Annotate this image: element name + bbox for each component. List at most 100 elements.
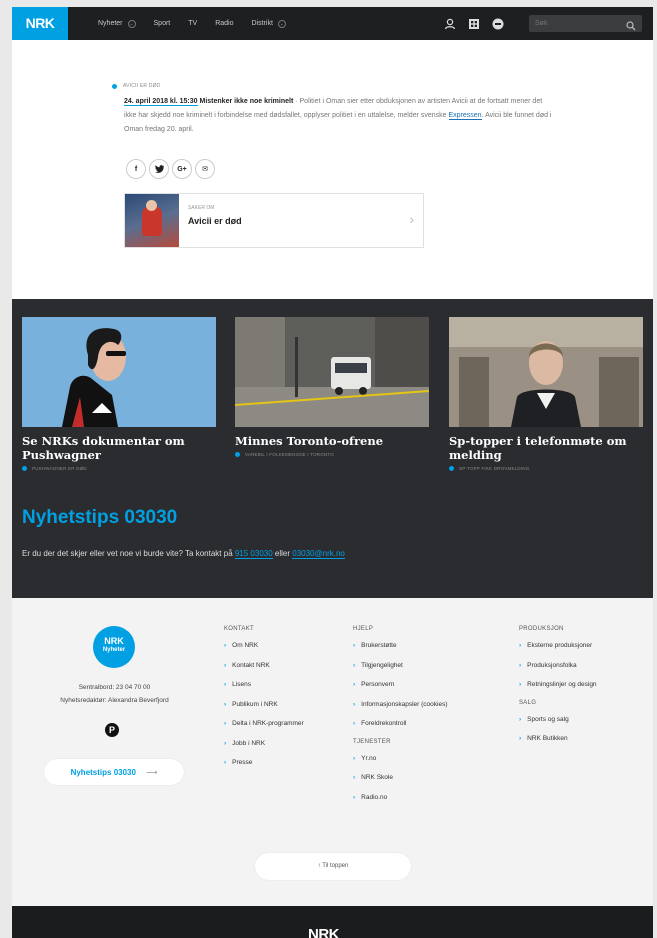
bottom-bar: NRK (12, 906, 653, 938)
chevron-right-icon: › (224, 661, 227, 669)
card-image (235, 317, 429, 427)
card-meta: SP-TOPP FIKK DROVMELDING (449, 466, 643, 471)
nav-item-nyheter[interactable]: Nyheter ⌄ (98, 19, 136, 28)
footer-tips-button[interactable]: Nyhetstips 03030 ⟶ (44, 759, 184, 785)
tips-text-part: Er du der det skjer eller vet noe vi bur… (22, 549, 235, 558)
footer-link[interactable]: › NRK Butikken (519, 734, 597, 743)
news-card-pushwagner[interactable]: Se NRKs dokumentar om Pushwagner PUSHWAG… (22, 317, 216, 471)
footer-link[interactable]: › Delta i NRK-programmer (224, 719, 304, 728)
search-input[interactable] (535, 18, 620, 29)
chevron-right-icon: › (519, 735, 522, 742)
chevron-right-icon: › (353, 700, 356, 708)
footer-link[interactable]: › Foreldrekontroll (353, 719, 448, 728)
link-label: Delta i NRK-programmer (232, 720, 304, 727)
chevron-right-icon: › (224, 700, 227, 708)
news-card-toronto[interactable]: Minnes Toronto-ofrene VAREBIL I FOLKEMEN… (235, 317, 429, 457)
footer-link[interactable]: › Om NRK (224, 641, 304, 650)
facebook-share-button[interactable]: f (126, 159, 146, 179)
expressen-link[interactable]: Expressen (448, 112, 482, 120)
link-label: Jobb i NRK (232, 739, 266, 747)
nav-item-tv[interactable]: TV (188, 20, 197, 27)
news-card-sp-topper[interactable]: Sp-topper i telefonmøte om melding SP-TO… (449, 317, 643, 471)
logo-top-text: NRK (104, 636, 124, 646)
link-label: Eksterne produksjoner (527, 642, 593, 649)
chevron-right-icon: › (519, 642, 522, 649)
nav-item-radio[interactable]: Radio (215, 20, 233, 27)
link-label: Foreldrekontroll (361, 720, 407, 727)
link-label: NRK Butikken (527, 735, 568, 742)
thumbnail-head (146, 200, 157, 211)
footer-link[interactable]: › Retningslinjer og design (519, 680, 597, 689)
twitter-share-button[interactable] (149, 159, 169, 179)
footer-link[interactable]: › Tilgjengelighet (353, 661, 448, 670)
link-label: Radio.no (361, 793, 388, 801)
link-label: Kontakt NRK (232, 661, 270, 669)
user-icon[interactable] (444, 18, 456, 30)
footer-col-kontakt: KONTAKT › Om NRK › Kontakt NRK › Lisens › Pu… (224, 626, 304, 778)
nav-item-distrikt[interactable]: Distrikt ⌄ (251, 19, 286, 28)
search-icon[interactable] (626, 18, 636, 36)
related-topic-card[interactable]: SAKER OM Avicii er død › (124, 193, 424, 248)
card-image (22, 317, 216, 427)
to-top-button[interactable]: ↑ Til toppen (255, 853, 411, 880)
article-body: 24. april 2018 kl. 15:30 Mistenker ikke … (124, 95, 554, 137)
top-navigation-bar: NRK Nyheter ⌄ Sport TV Radio Distrikt ⌄ (12, 7, 653, 40)
tips-email-link[interactable]: 03030@nrk.no (292, 549, 345, 559)
chevron-down-icon: ⌄ (127, 19, 136, 28)
link-label: Sports og salg (527, 715, 569, 723)
footer-link[interactable]: › Produksjonsfolka (519, 661, 597, 670)
card-meta: PUSHWAGNER ER DØD (22, 466, 216, 471)
chevron-right-icon: › (224, 642, 227, 649)
chevron-right-icon: › (519, 681, 522, 688)
email-share-button[interactable]: ✉ (195, 159, 215, 179)
column-heading: TJENESTER (353, 738, 391, 745)
twitter-icon (154, 165, 164, 173)
chevron-right-icon: › (519, 715, 522, 723)
footer-link[interactable]: › Publikum i NRK (224, 700, 304, 709)
nav-label: Distrikt (251, 20, 273, 27)
chevron-right-icon: › (224, 759, 227, 766)
footer-link[interactable]: › Radio.no (353, 793, 448, 802)
footer-link[interactable]: › Kontakt NRK (224, 661, 304, 670)
footer-link[interactable]: › Brukerstøtte (353, 641, 448, 650)
page: NRK Nyheter ⌄ Sport TV Radio Distrikt ⌄ (12, 7, 653, 938)
chevron-right-icon: › (224, 681, 227, 688)
footer-link[interactable]: › NRK Skole (353, 773, 448, 782)
grid-icon[interactable] (468, 18, 480, 30)
footer-link[interactable]: › Informasjonskapsler (cookies) (353, 700, 448, 709)
chevron-right-icon: › (353, 720, 356, 727)
footer-link[interactable]: › Yr.no (353, 754, 448, 763)
footer-link[interactable]: › Jobb i NRK (224, 739, 304, 748)
footer-link[interactable]: › Lisens (224, 680, 304, 689)
column-heading: SALG (519, 699, 537, 706)
nrk-super-icon[interactable] (492, 18, 504, 30)
article-kicker[interactable]: AVICII ER DØD (112, 83, 161, 89)
link-label: Lisens (232, 681, 251, 688)
card-title: Minnes Toronto-ofrene (235, 434, 384, 448)
meta-dot-icon (22, 466, 27, 471)
footer-link[interactable]: › Sports og salg (519, 715, 597, 724)
nrk-logo[interactable]: NRK (12, 7, 68, 40)
link-label: Om NRK (232, 642, 259, 649)
card-meta: VAREBIL I FOLKEMENGDE I TORONTO (235, 452, 429, 457)
link-label: Yr.no (361, 754, 377, 762)
nrk-nyheter-logo[interactable]: NRK Nyheter (93, 626, 135, 668)
article-date[interactable]: 24. april 2018 kl. 15:30 (124, 98, 198, 106)
link-label: Presse (232, 759, 253, 766)
footer-link[interactable]: › Personvern (353, 680, 448, 689)
main-nav: Nyheter ⌄ Sport TV Radio Distrikt ⌄ (98, 7, 304, 40)
chevron-right-icon: › (519, 661, 522, 669)
footer-link[interactable]: › Eksterne produksjoner (519, 641, 597, 650)
nrk-bottom-logo[interactable]: NRK (308, 926, 340, 938)
nav-item-sport[interactable]: Sport (154, 20, 171, 27)
nav-label: Nyheter (98, 20, 123, 27)
footer-col-produksjon: PRODUKSJON › Eksterne produksjoner › Produ… (519, 626, 597, 754)
chevron-right-icon: › (409, 211, 414, 227)
footer-link[interactable]: › Presse (224, 758, 304, 767)
card-image (449, 317, 643, 427)
kicker-dot-icon (112, 83, 117, 89)
p-badge-icon[interactable]: P (105, 723, 119, 737)
card-title: Se NRKs dokumentar om Pushwagner (22, 434, 185, 462)
googleplus-share-button[interactable]: G+ (172, 159, 192, 179)
tips-phone-link[interactable]: 915 03030 (234, 549, 273, 559)
